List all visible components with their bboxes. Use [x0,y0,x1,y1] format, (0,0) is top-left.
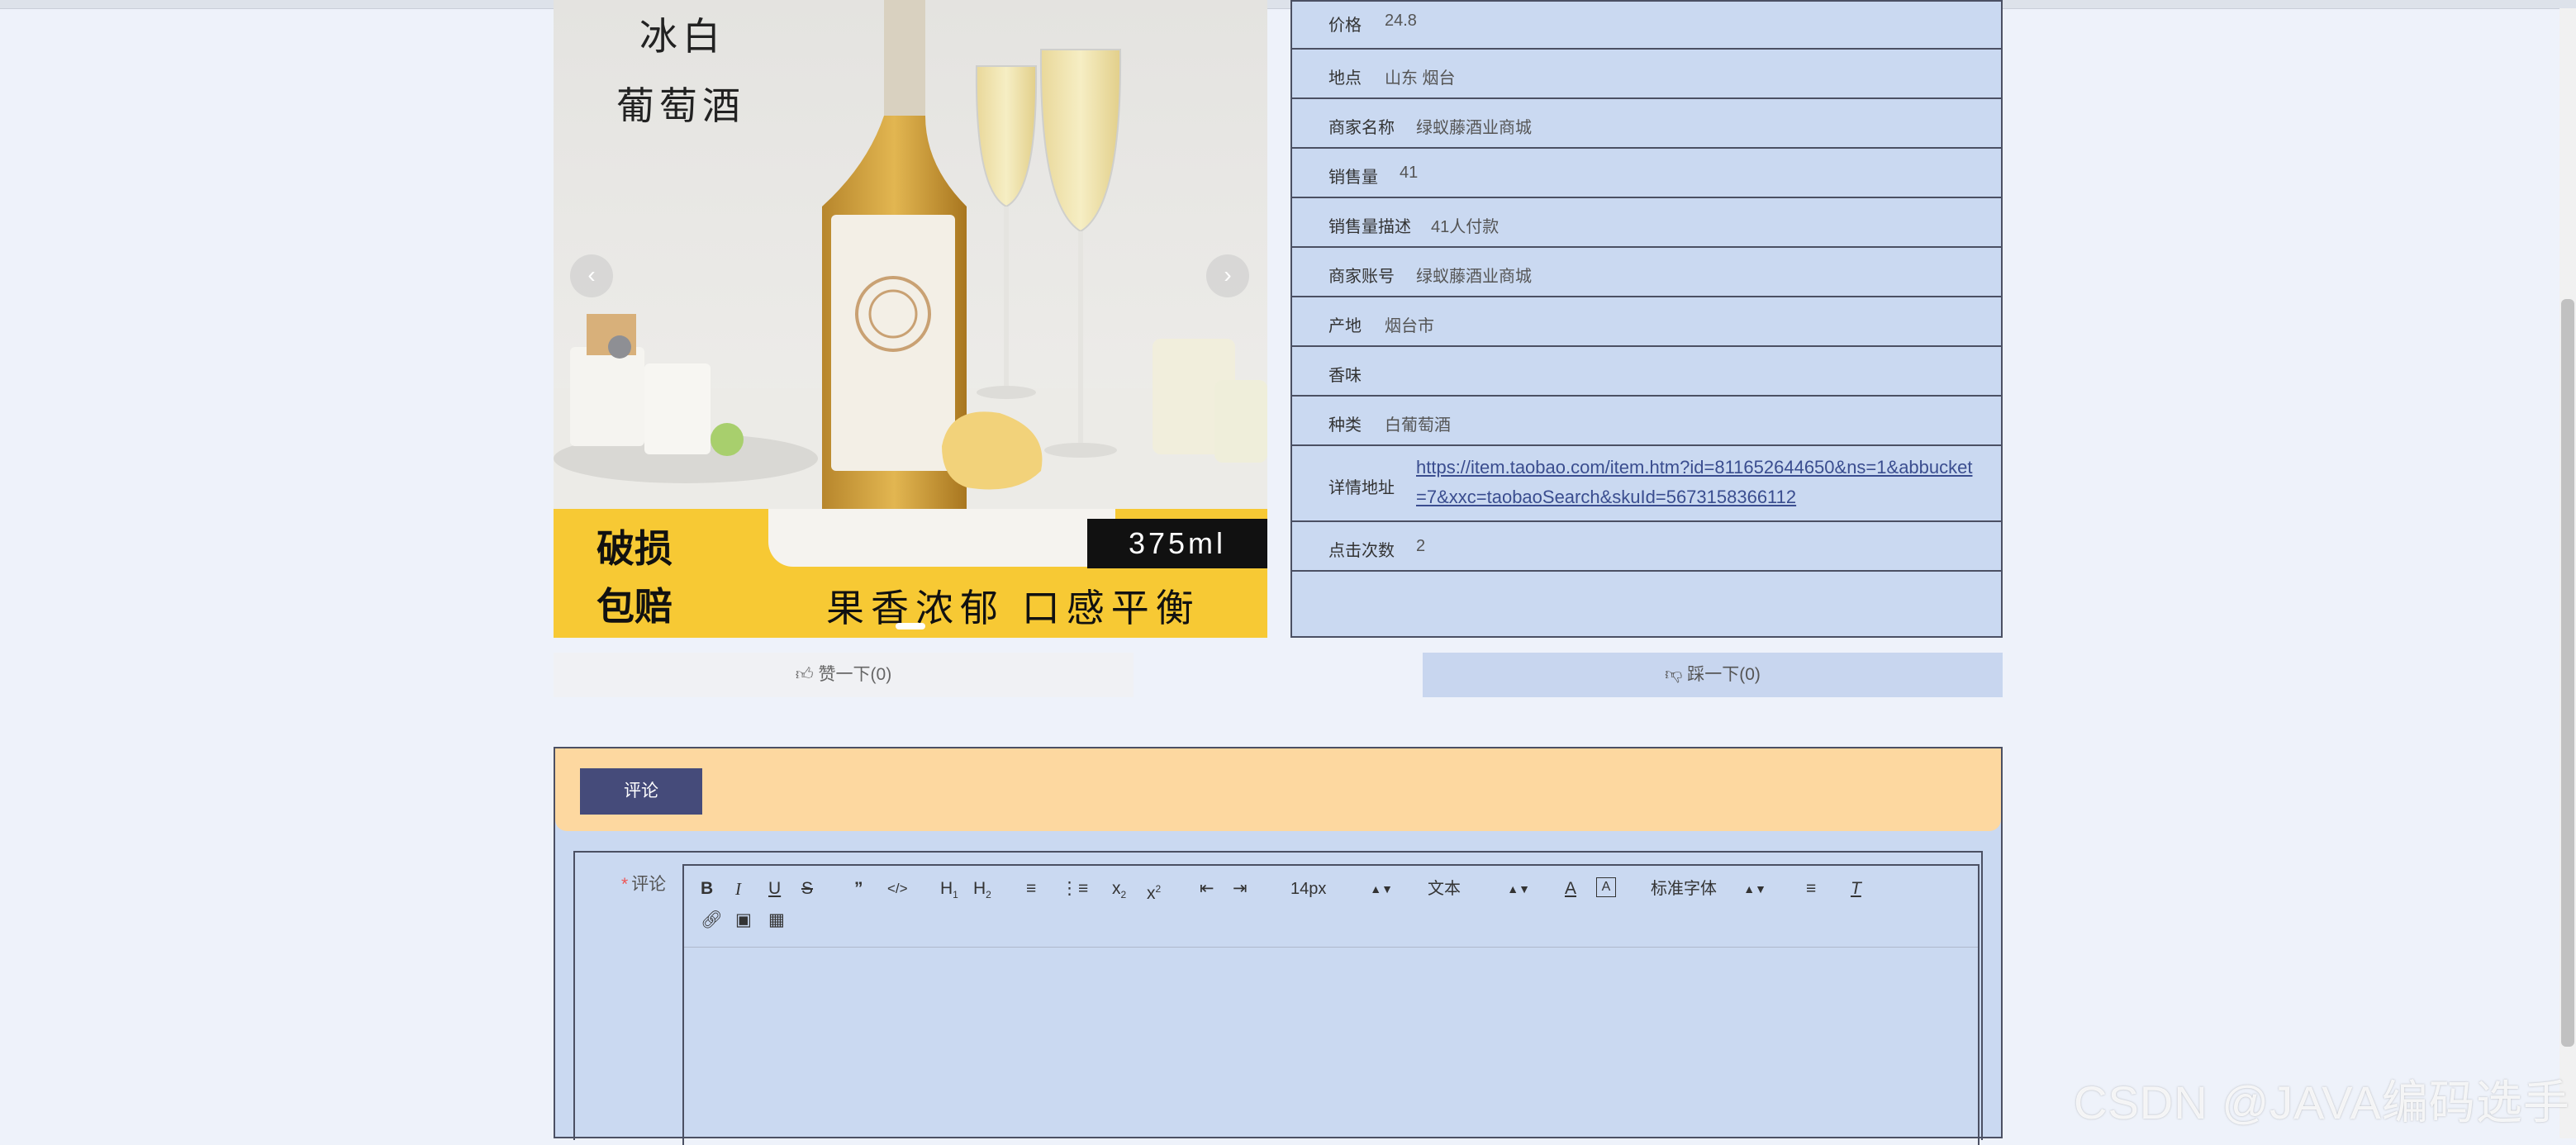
info-row-type: 种类 白葡萄酒 [1292,397,2001,446]
block-format-value: 文本 [1428,880,1461,898]
editor-toolbar: B I U S ” </> H1 H2 ≡ ⋮≡ x2 x2 ⇤ ⇥ 14px ▲… [684,866,1978,948]
info-label: 商家名称 [1328,119,1395,137]
font-size-value: 14px [1290,880,1327,898]
detail-url-link[interactable]: https://item.taobao.com/item.htm?id=8116… [1416,453,1978,512]
info-label: 销售量描述 [1328,218,1411,236]
select-caret-icon: ▲▼ [1370,882,1393,896]
info-value: 绿蚁藤酒业商城 [1416,268,1532,286]
info-label: 价格 [1328,17,1362,35]
page-scrollbar-thumb[interactable] [2561,299,2574,1047]
bold-icon[interactable]: B [701,877,713,900]
carousel-indicator-dot[interactable] [896,623,925,630]
thumbs-down-icon: 👎︎ [1665,665,1688,684]
blockquote-icon[interactable]: ” [854,877,863,900]
promo-badge-line2: 包赔 [596,585,673,628]
info-value: 白葡萄酒 [1385,416,1451,435]
font-size-select[interactable]: 14px ▲▼ [1290,877,1393,900]
browser-top-strip [0,0,2576,10]
product-carousel[interactable]: 冰白 葡萄酒 破损 包赔 375ml 果香浓郁 口感平衡 ‹ › [554,0,1267,638]
italic-icon[interactable]: I [735,877,741,900]
dislike-button-label: 踩一下(0) [1687,665,1761,684]
block-format-select[interactable]: 文本 ▲▼ [1428,877,1530,900]
promo-banner-notch [768,509,1115,567]
video-icon[interactable]: ▦ [768,909,785,932]
info-value: 41 [1400,164,1419,182]
thumbs-up-icon: 👍︎ [795,665,819,684]
info-row-detail-url: 详情地址 https://item.taobao.com/item.htm?id… [1292,446,2001,522]
info-row-location: 地点 山东 烟台 [1292,50,2001,99]
carousel-prev-button[interactable]: ‹ [570,254,613,297]
bullet-list-icon[interactable]: ⋮≡ [1061,877,1088,900]
dislike-button[interactable]: 👎︎ 踩一下(0) [1423,653,2003,697]
info-label: 种类 [1328,416,1362,435]
select-caret-icon: ▲▼ [1507,882,1530,896]
info-row-sales: 销售量 41 [1292,149,2001,198]
info-value: 2 [1416,537,1426,555]
ordered-list-icon[interactable]: ≡ [1026,877,1036,900]
product-info-table: 价格 24.8 地点 山东 烟台 商家名称 绿蚁藤酒业商城 销售量 41 销售量… [1290,0,2003,638]
outdent-icon[interactable]: ⇤ [1200,877,1214,900]
watermark: CSDN @JAVA编码选手 [2074,1076,2570,1128]
info-row-sales-desc: 销售量描述 41人付款 [1292,198,2001,248]
info-label: 地点 [1328,69,1362,88]
info-label: 产地 [1328,317,1362,335]
background-color-icon[interactable]: A [1596,877,1616,897]
info-label: 商家账号 [1328,268,1395,286]
promo-title-line2: 葡萄酒 [616,84,745,127]
comment-section: 评论 * 评论 B I U S ” </> H1 H2 ≡ ⋮≡ x2 x2 ⇤ … [554,747,2003,1145]
code-block-icon[interactable]: </> [887,877,908,900]
info-label: 香味 [1328,367,1362,385]
info-row-origin: 产地 烟台市 [1292,297,2001,347]
underline-icon[interactable]: U [768,877,781,900]
promo-badge-line1: 破损 [596,527,673,570]
info-row-aroma: 香味 [1292,347,2001,397]
superscript-icon[interactable]: x2 [1147,877,1161,905]
volume-label: 375ml [1087,519,1267,568]
link-icon[interactable]: 🔗︎ [701,909,723,932]
tab-comment[interactable]: 评论 [580,768,702,815]
info-value: 山东 烟台 [1385,69,1456,88]
info-row-price: 价格 24.8 [1292,2,2001,50]
image-icon[interactable]: ▣ [735,909,752,932]
subscript-icon[interactable]: x2 [1112,877,1126,906]
info-label: 点击次数 [1328,542,1395,560]
rich-text-editor[interactable]: B I U S ” </> H1 H2 ≡ ⋮≡ x2 x2 ⇤ ⇥ 14px ▲… [682,864,1980,1145]
required-marker: * [621,875,629,894]
info-value: 烟台市 [1385,317,1434,335]
like-button-label: 赞一下(0) [818,665,892,684]
strikethrough-icon[interactable]: S [801,877,813,900]
info-row-clicks: 点击次数 2 [1292,522,2001,572]
select-caret-icon: ▲▼ [1743,882,1766,896]
heading2-icon[interactable]: H2 [973,877,991,906]
info-value: 41人付款 [1431,218,1499,236]
font-family-select[interactable]: 标准字体 ▲▼ [1651,877,1766,900]
font-family-value: 标准字体 [1651,880,1717,898]
info-label: 详情地址 [1328,479,1395,497]
comment-header: 评论 [555,748,2001,831]
heading1-icon[interactable]: H1 [940,877,958,906]
comment-field-label-text: 评论 [631,875,667,894]
info-value: 绿蚁藤酒业商城 [1416,119,1532,137]
text-color-icon[interactable]: A [1565,877,1576,900]
indent-icon[interactable]: ⇥ [1233,877,1248,900]
promo-title-line1: 冰白 [639,15,725,58]
info-value: 24.8 [1385,12,1417,30]
align-icon[interactable]: ≡ [1806,877,1816,900]
comment-field-label: * 评论 [621,871,666,896]
info-row-merchant-account: 商家账号 绿蚁藤酒业商城 [1292,248,2001,297]
comment-form: * 评论 B I U S ” </> H1 H2 ≡ ⋮≡ x2 x2 ⇤ ⇥ 1… [573,851,1983,1145]
carousel-next-button[interactable]: › [1206,254,1249,297]
like-button[interactable]: 👍︎ 赞一下(0) [554,653,1134,697]
promo-slogan: 果香浓郁 口感平衡 [826,587,1200,630]
clear-format-icon[interactable]: T [1851,877,1861,900]
info-label: 销售量 [1328,169,1378,187]
info-row-merchant-name: 商家名称 绿蚁藤酒业商城 [1292,99,2001,149]
